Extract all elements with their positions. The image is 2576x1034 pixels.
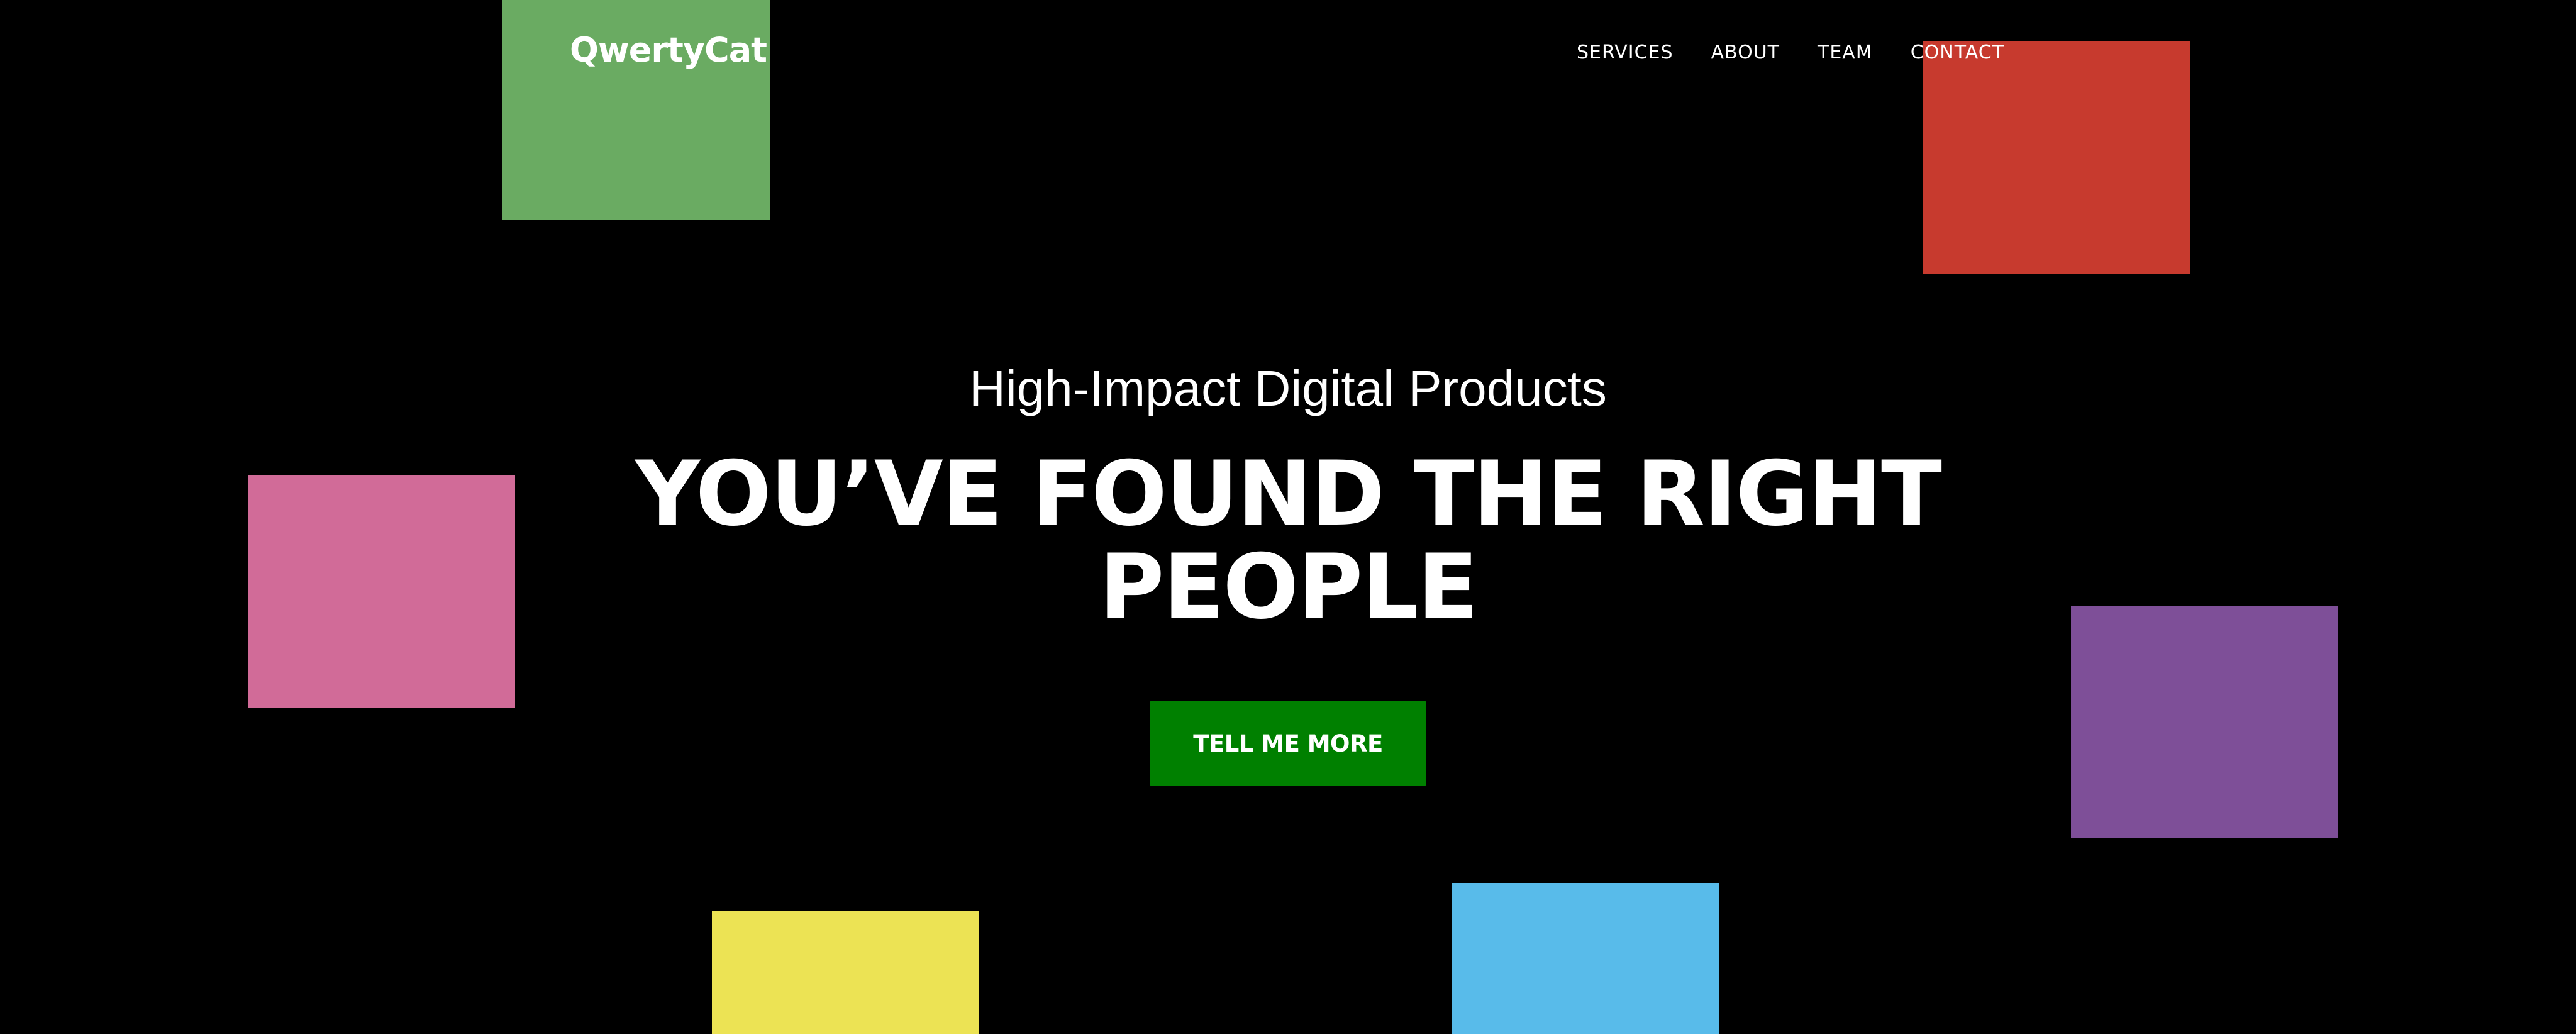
- nav-item-contact: CONTACT: [1911, 42, 2004, 64]
- hero-section: QwertyCat SERVICES ABOUT TEAM CONTACT Hi…: [0, 0, 2576, 1034]
- nav-item-services: SERVICES: [1577, 42, 1674, 64]
- decorative-purple-block: [2071, 606, 2338, 838]
- nav-link-team[interactable]: TEAM: [1818, 42, 1873, 64]
- brand-logo[interactable]: QwertyCat: [570, 30, 767, 70]
- nav-item-team: TEAM: [1818, 42, 1873, 64]
- nav-link-services[interactable]: SERVICES: [1577, 42, 1674, 64]
- tell-me-more-button[interactable]: TELL ME MORE: [1150, 701, 1426, 786]
- navbar: QwertyCat SERVICES ABOUT TEAM CONTACT: [0, 0, 2576, 107]
- decorative-pink-block: [248, 475, 515, 708]
- decorative-blue-block: [1452, 883, 1719, 1034]
- hero-subheading: High-Impact Digital Products: [969, 360, 1607, 416]
- nav-link-contact[interactable]: CONTACT: [1911, 42, 2004, 64]
- decorative-yellow-block: [712, 911, 979, 1034]
- nav-item-about: ABOUT: [1711, 42, 1780, 64]
- nav-menu: SERVICES ABOUT TEAM CONTACT: [1577, 42, 2004, 64]
- hero-heading: YOU’VE FOUND THE RIGHT PEOPLE: [635, 442, 1942, 639]
- nav-link-about[interactable]: ABOUT: [1711, 42, 1780, 64]
